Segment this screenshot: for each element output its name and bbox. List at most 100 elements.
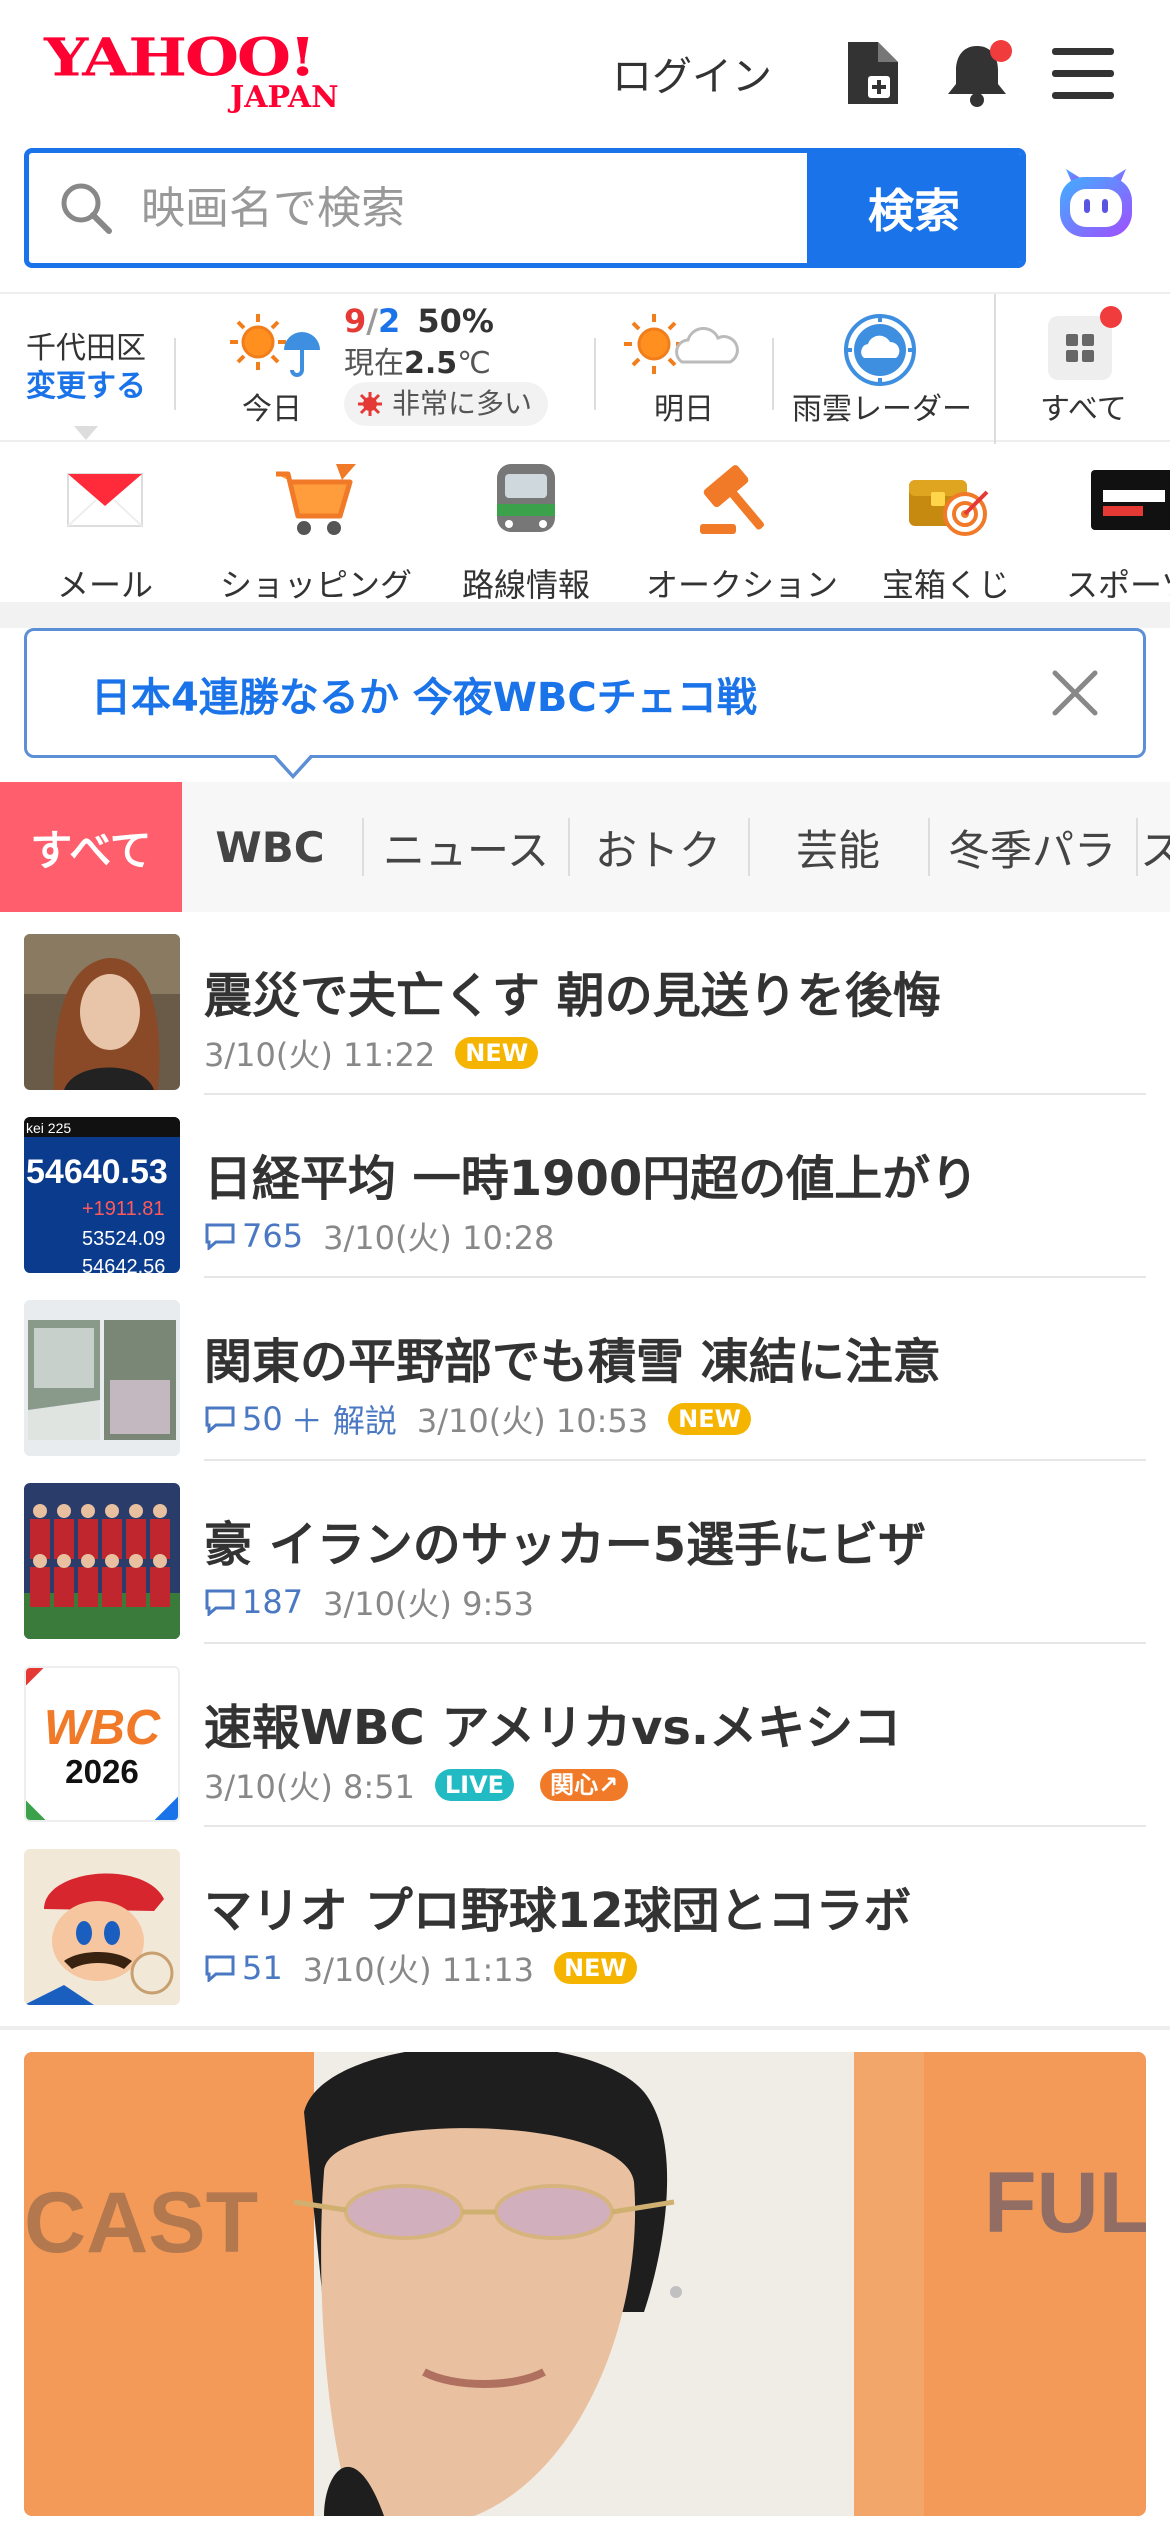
- pollen-icon: [358, 392, 382, 416]
- news-title[interactable]: 豪 イランのサッカー5選手にビザ: [204, 1505, 926, 1575]
- temp-separator: /: [366, 302, 378, 340]
- logo-japan-text: JAPAN: [230, 80, 339, 115]
- rain-radar-icon: [844, 314, 916, 386]
- tab-news[interactable]: ニュース: [364, 782, 568, 912]
- treasure-box-icon: [909, 480, 989, 536]
- login-link[interactable]: ログイン: [612, 44, 772, 102]
- service-mail[interactable]: メール: [40, 460, 170, 600]
- bell-icon[interactable]: [944, 38, 1012, 108]
- precip-chance: 50%: [417, 302, 494, 340]
- news-item[interactable]: 震災で夫亡くす 朝の見送りを後悔 3/10(火) 11:22 NEW: [0, 912, 1170, 1095]
- ai-assistant-icon[interactable]: [1056, 165, 1136, 245]
- tab-deals[interactable]: おトク: [570, 782, 746, 912]
- service-treasure-lottery[interactable]: 宝箱くじ: [876, 460, 1016, 600]
- news-title[interactable]: 関東の平野部でも積雪 凍結に注意: [204, 1322, 941, 1392]
- service-label: 宝箱くじ: [881, 566, 1010, 600]
- news-title[interactable]: 速報WBC アメリカvs.メキシコ: [204, 1688, 901, 1758]
- news-meta: 51 3/10(火) 11:13 NEW: [204, 1945, 637, 1991]
- comment-count[interactable]: 187: [204, 1583, 303, 1621]
- comment-icon: [205, 1406, 235, 1433]
- news-time: 3/10(火) 8:51: [204, 1768, 415, 1806]
- news-item[interactable]: 豪 イランのサッカー5選手にビザ 187 3/10(火) 9:53: [0, 1461, 1170, 1644]
- service-label: オークション: [646, 566, 839, 600]
- comment-count[interactable]: 765: [204, 1217, 303, 1255]
- tab-winter-para[interactable]: 冬季パラ: [930, 782, 1134, 912]
- temperature-range: 9/2 50%: [344, 302, 494, 340]
- service-sports[interactable]: スポーツ: [1066, 460, 1170, 600]
- temp-high: 9: [344, 302, 367, 340]
- section-divider: [0, 2026, 1170, 2030]
- trending-badge: 関心↗: [540, 1769, 629, 1801]
- yahoo-japan-logo[interactable]: YAHOO! JAPAN: [44, 26, 364, 118]
- services-row: メール ショッピング 路線情報 オークション 宝箱くじ スポー: [0, 442, 1170, 600]
- news-item[interactable]: マリオ プロ野球12球団とコラボ 51 3/10(火) 11:13 NEW: [0, 1827, 1170, 2010]
- sports-icon: [1091, 470, 1170, 530]
- service-label: スポーツ: [1066, 566, 1170, 600]
- news-meta: 3/10(火) 11:22 NEW: [204, 1030, 539, 1076]
- add-document-icon[interactable]: [842, 38, 904, 108]
- comment-count-value: 187: [242, 1583, 304, 1621]
- banner-pointer-fill: [275, 754, 311, 774]
- auction-gavel-icon: [700, 465, 764, 534]
- current-temp-prefix: 現在: [344, 346, 404, 381]
- live-badge: LIVE: [434, 1769, 515, 1801]
- thumb-text: +1911.81: [82, 1198, 165, 1220]
- category-tabs: すべて WBC ニュース おトク 芸能 冬季パラ ス: [0, 782, 1170, 912]
- tab-entertainment[interactable]: 芸能: [750, 782, 926, 912]
- news-title[interactable]: 震災で夫亡くす 朝の見送りを後悔: [204, 956, 941, 1026]
- feature-image[interactable]: CAST FUL: [24, 2052, 1146, 2516]
- explanation-link[interactable]: ＋ 解説: [291, 1396, 397, 1442]
- current-temp: 現在2.5℃: [344, 338, 491, 382]
- news-item[interactable]: 関東の平野部でも積雪 凍結に注意 50 ＋ 解説 3/10(火) 10:53 N…: [0, 1278, 1170, 1461]
- comment-count[interactable]: 50 ＋ 解説: [204, 1396, 397, 1442]
- tab-sports[interactable]: ス: [1140, 782, 1170, 912]
- service-transit[interactable]: 路線情報: [456, 460, 596, 600]
- notification-dot: [990, 40, 1012, 62]
- pollen-badge[interactable]: 非常に多い: [344, 382, 549, 426]
- notification-dot: [1100, 306, 1122, 328]
- thumb-text: kei 225: [26, 1120, 71, 1136]
- news-time: 3/10(火) 9:53: [323, 1585, 534, 1623]
- search-input[interactable]: [141, 165, 821, 251]
- grid-icon: [1048, 316, 1112, 380]
- thumb-text: 53524.09: [82, 1228, 165, 1250]
- comment-count[interactable]: 51: [204, 1949, 283, 1987]
- comment-icon: [205, 1955, 235, 1982]
- news-title[interactable]: マリオ プロ野球12球団とコラボ: [204, 1871, 912, 1941]
- sun-umbrella-icon: [230, 314, 320, 377]
- logo-yahoo-text: YAHOO!: [44, 26, 316, 89]
- location-block[interactable]: 千代田区 変更する: [26, 330, 146, 440]
- search-bar: 検索: [24, 148, 1026, 268]
- search-button[interactable]: 検索: [807, 153, 1021, 263]
- tab-wbc[interactable]: WBC: [182, 782, 358, 912]
- news-meta: 3/10(火) 8:51 LIVE 関心↗: [204, 1762, 629, 1808]
- tomorrow-label: 明日: [654, 392, 714, 427]
- close-icon[interactable]: [1049, 667, 1101, 719]
- pollen-label: 非常に多い: [392, 387, 533, 420]
- divider: [772, 338, 774, 410]
- news-item[interactable]: WBC 2026 速報WBC アメリカvs.メキシコ 3/10(火) 8:51 …: [0, 1644, 1170, 1827]
- tab-all[interactable]: すべて: [0, 782, 182, 912]
- change-location-link[interactable]: 変更する: [26, 368, 146, 406]
- current-temp-unit: ℃: [457, 346, 491, 381]
- comment-icon: [205, 1223, 235, 1250]
- thumb-text: 54640.53: [26, 1153, 168, 1191]
- topic-banner-text[interactable]: 日本4連勝なるか 今夜WBCチェコ戦: [91, 665, 757, 723]
- news-thumbnail: [24, 1483, 180, 1639]
- new-badge: NEW: [455, 1037, 539, 1069]
- news-thumbnail: [24, 1849, 180, 2005]
- divider: [994, 294, 996, 444]
- service-shopping[interactable]: ショッピング: [220, 460, 412, 600]
- comment-count-value: 51: [242, 1949, 283, 1987]
- topic-banner[interactable]: 日本4連勝なるか 今夜WBCチェコ戦: [24, 628, 1146, 779]
- rain-radar-label: 雨雲レーダー: [792, 392, 972, 427]
- news-title[interactable]: 日経平均 一時1900円超の値上がり: [204, 1139, 978, 1209]
- hamburger-menu-icon[interactable]: [1052, 46, 1114, 102]
- search-icon: [61, 183, 112, 234]
- news-time: 3/10(火) 10:53: [416, 1402, 649, 1440]
- news-item[interactable]: kei 225 54640.53 +1911.81 53524.09 54642…: [0, 1095, 1170, 1278]
- all-label: すべて: [1040, 392, 1127, 427]
- dropdown-caret-icon: [74, 426, 98, 440]
- service-auction[interactable]: オークション: [646, 460, 838, 600]
- sun-cloud-icon: [624, 314, 739, 374]
